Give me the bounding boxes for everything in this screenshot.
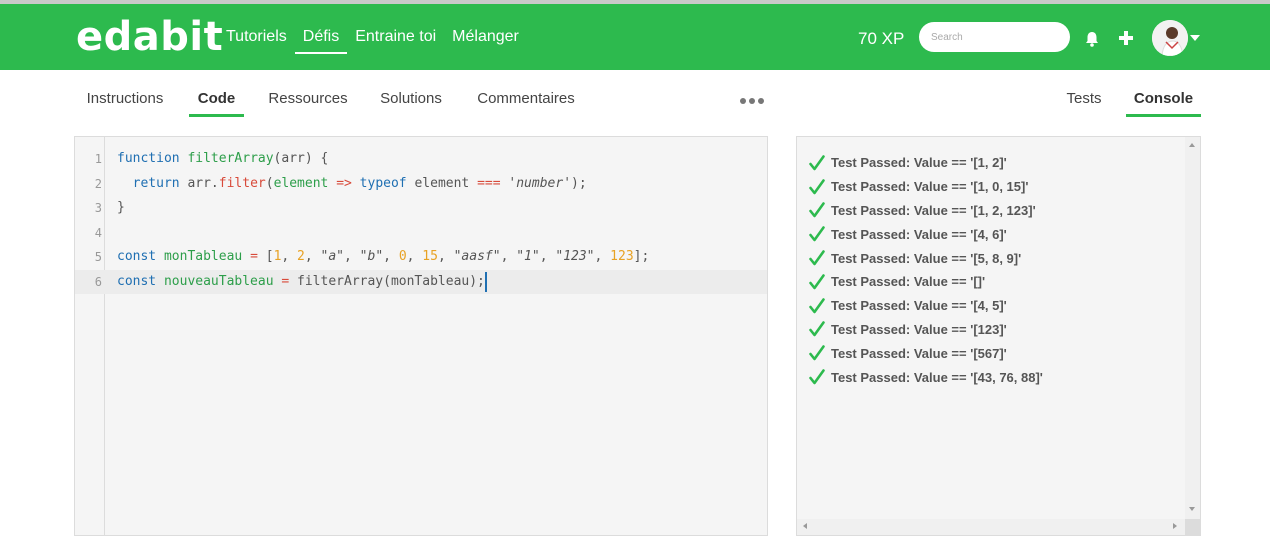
- check-icon: [809, 369, 825, 385]
- test-result-item: Test Passed: Value == '[]': [809, 270, 1043, 294]
- code-editor[interactable]: 1 function filterArray(arr) { 2 return a…: [74, 136, 768, 536]
- check-icon: [809, 345, 825, 361]
- check-icon: [809, 297, 825, 313]
- text-cursor: [484, 271, 487, 292]
- test-result-text: Test Passed: Value == '[]': [831, 274, 986, 290]
- scroll-left-icon[interactable]: [803, 523, 807, 529]
- nav-item-defis[interactable]: Défis: [294, 26, 348, 54]
- code-text: const monTableau = [1, 2, "a", "b", 0, 1…: [117, 249, 650, 264]
- code-text: return arr.filter(element => typeof elem…: [132, 176, 587, 191]
- top-navigation-bar: edabit Tutoriels Défis Entraine toi Méla…: [0, 0, 1270, 70]
- test-result-text: Test Passed: Value == '[5, 8, 9]': [831, 250, 1022, 266]
- chevron-down-icon[interactable]: [1190, 35, 1200, 41]
- search-input[interactable]: [919, 22, 1070, 52]
- scroll-right-icon[interactable]: [1173, 523, 1177, 529]
- bell-icon[interactable]: [1083, 30, 1101, 48]
- check-icon: [809, 155, 825, 171]
- tab-instructions[interactable]: Instructions: [84, 90, 166, 117]
- line-number: 2: [94, 177, 102, 191]
- check-icon: [809, 178, 825, 194]
- nav-item-tutoriels[interactable]: Tutoriels: [218, 26, 295, 54]
- test-result-text: Test Passed: Value == '[1, 2]': [831, 155, 1007, 171]
- code-line[interactable]: 2 return arr.filter(element => typeof el…: [75, 172, 767, 196]
- brand-logo[interactable]: edabit: [76, 14, 223, 60]
- test-result-item: Test Passed: Value == '[123]': [809, 318, 1043, 342]
- test-result-text: Test Passed: Value == '[4, 6]': [831, 226, 1007, 242]
- test-result-text: Test Passed: Value == '[567]': [831, 345, 1007, 361]
- test-result-item: Test Passed: Value == '[4, 6]': [809, 222, 1043, 246]
- scrollbar-corner: [1185, 519, 1200, 535]
- line-number: 5: [94, 250, 102, 264]
- code-line[interactable]: 4: [75, 221, 767, 245]
- nav-item-entraine-toi[interactable]: Entraine toi: [347, 26, 444, 54]
- check-icon: [809, 274, 825, 290]
- test-result-text: Test Passed: Value == '[123]': [831, 321, 1007, 337]
- tab-console[interactable]: Console: [1126, 90, 1201, 117]
- test-result-item: Test Passed: Value == '[4, 5]': [809, 294, 1043, 318]
- test-result-text: Test Passed: Value == '[1, 2, 123]': [831, 202, 1036, 218]
- test-result-item: Test Passed: Value == '[1, 2, 123]': [809, 199, 1043, 223]
- main-nav: Tutoriels Défis Entraine toi Mélanger: [218, 26, 527, 54]
- test-result-item: Test Passed: Value == '[567]': [809, 341, 1043, 365]
- test-result-item: Test Passed: Value == '[1, 2]': [809, 151, 1043, 175]
- tab-commentaires[interactable]: Commentaires: [474, 90, 578, 117]
- line-number: 4: [94, 226, 102, 240]
- check-icon: [809, 226, 825, 242]
- scroll-down-icon[interactable]: [1189, 507, 1195, 511]
- test-results-list: Test Passed: Value == '[1, 2]' Test Passe…: [809, 151, 1043, 389]
- line-number: 1: [94, 152, 102, 166]
- check-icon: [809, 202, 825, 218]
- more-dots-icon[interactable]: [740, 98, 764, 104]
- console-panel: Test Passed: Value == '[1, 2]' Test Passe…: [796, 136, 1201, 536]
- test-result-item: Test Passed: Value == '[5, 8, 9]': [809, 246, 1043, 270]
- tab-ressources[interactable]: Ressources: [268, 90, 348, 117]
- xp-counter: 70 XP: [858, 29, 905, 48]
- code-text: function filterArray(arr) {: [117, 151, 329, 166]
- vertical-scrollbar[interactable]: [1185, 137, 1200, 519]
- tab-solutions[interactable]: Solutions: [378, 90, 444, 117]
- nav-item-melanger[interactable]: Mélanger: [444, 26, 527, 54]
- horizontal-scrollbar[interactable]: [797, 519, 1185, 535]
- line-number: 6: [94, 275, 102, 289]
- test-result-item: Test Passed: Value == '[1, 0, 15]': [809, 175, 1043, 199]
- test-result-item: Test Passed: Value == '[43, 76, 88]': [809, 365, 1043, 389]
- check-icon: [809, 321, 825, 337]
- check-icon: [809, 250, 825, 266]
- code-line[interactable]: 3 }: [75, 196, 767, 220]
- avatar[interactable]: [1152, 20, 1188, 56]
- line-number: 3: [94, 201, 102, 215]
- code-line[interactable]: 1 function filterArray(arr) {: [75, 147, 767, 171]
- tab-code[interactable]: Code: [189, 90, 244, 117]
- tab-tests[interactable]: Tests: [1064, 90, 1104, 117]
- code-text: }: [117, 200, 125, 215]
- test-result-text: Test Passed: Value == '[1, 0, 15]': [831, 179, 1029, 195]
- test-result-text: Test Passed: Value == '[4, 5]': [831, 298, 1007, 314]
- code-line-current[interactable]: 6 const nouveauTableau = filterArray(mon…: [75, 270, 767, 294]
- scroll-up-icon[interactable]: [1189, 143, 1195, 147]
- code-line[interactable]: 5 const monTableau = [1, 2, "a", "b", 0,…: [75, 245, 767, 269]
- code-text: const nouveauTableau = filterArray(monTa…: [117, 270, 487, 294]
- test-result-text: Test Passed: Value == '[43, 76, 88]': [831, 369, 1043, 385]
- tab-bar: Instructions Code Ressources Solutions C…: [0, 80, 1270, 120]
- plus-icon[interactable]: [1117, 29, 1135, 47]
